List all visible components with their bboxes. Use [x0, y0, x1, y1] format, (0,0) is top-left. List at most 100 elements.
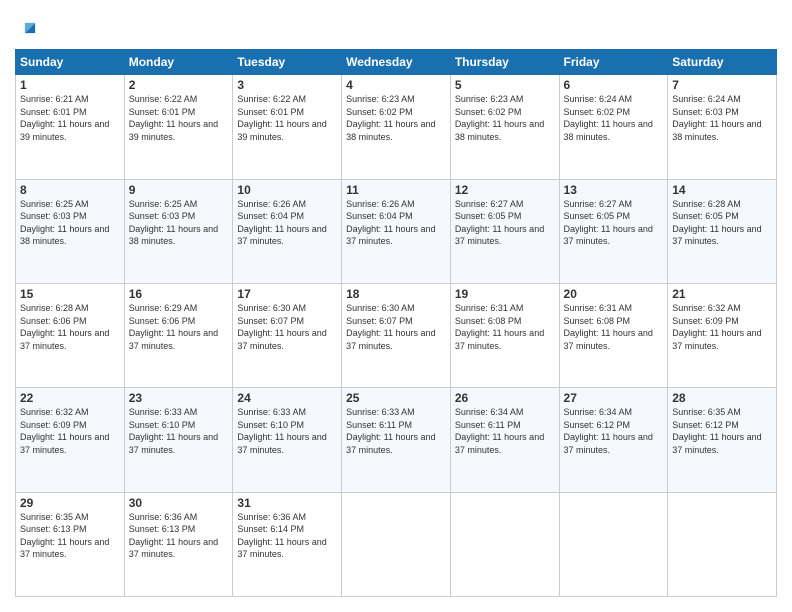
day-info: Sunrise: 6:34 AM Sunset: 6:12 PM Dayligh…	[564, 406, 664, 456]
day-number: 30	[129, 496, 229, 510]
calendar-week-2: 8 Sunrise: 6:25 AM Sunset: 6:03 PM Dayli…	[16, 179, 777, 283]
day-number: 23	[129, 391, 229, 405]
day-number: 18	[346, 287, 446, 301]
day-info: Sunrise: 6:34 AM Sunset: 6:11 PM Dayligh…	[455, 406, 555, 456]
day-number: 2	[129, 78, 229, 92]
day-number: 22	[20, 391, 120, 405]
day-info: Sunrise: 6:33 AM Sunset: 6:10 PM Dayligh…	[237, 406, 337, 456]
day-number: 12	[455, 183, 555, 197]
day-info: Sunrise: 6:26 AM Sunset: 6:04 PM Dayligh…	[346, 198, 446, 248]
day-info: Sunrise: 6:22 AM Sunset: 6:01 PM Dayligh…	[237, 93, 337, 143]
day-info: Sunrise: 6:23 AM Sunset: 6:02 PM Dayligh…	[455, 93, 555, 143]
calendar-cell: 22 Sunrise: 6:32 AM Sunset: 6:09 PM Dayl…	[16, 388, 125, 492]
calendar-cell: 9 Sunrise: 6:25 AM Sunset: 6:03 PM Dayli…	[124, 179, 233, 283]
calendar-cell: 1 Sunrise: 6:21 AM Sunset: 6:01 PM Dayli…	[16, 75, 125, 179]
calendar-cell: 5 Sunrise: 6:23 AM Sunset: 6:02 PM Dayli…	[450, 75, 559, 179]
day-info: Sunrise: 6:33 AM Sunset: 6:10 PM Dayligh…	[129, 406, 229, 456]
calendar-week-3: 15 Sunrise: 6:28 AM Sunset: 6:06 PM Dayl…	[16, 283, 777, 387]
day-info: Sunrise: 6:36 AM Sunset: 6:13 PM Dayligh…	[129, 511, 229, 561]
day-info: Sunrise: 6:30 AM Sunset: 6:07 PM Dayligh…	[346, 302, 446, 352]
calendar-header-row: SundayMondayTuesdayWednesdayThursdayFrid…	[16, 50, 777, 75]
day-info: Sunrise: 6:31 AM Sunset: 6:08 PM Dayligh…	[564, 302, 664, 352]
day-number: 28	[672, 391, 772, 405]
day-info: Sunrise: 6:28 AM Sunset: 6:05 PM Dayligh…	[672, 198, 772, 248]
calendar-cell: 30 Sunrise: 6:36 AM Sunset: 6:13 PM Dayl…	[124, 492, 233, 596]
day-info: Sunrise: 6:36 AM Sunset: 6:14 PM Dayligh…	[237, 511, 337, 561]
calendar-week-5: 29 Sunrise: 6:35 AM Sunset: 6:13 PM Dayl…	[16, 492, 777, 596]
day-info: Sunrise: 6:35 AM Sunset: 6:13 PM Dayligh…	[20, 511, 120, 561]
calendar-cell: 21 Sunrise: 6:32 AM Sunset: 6:09 PM Dayl…	[668, 283, 777, 387]
calendar-cell: 8 Sunrise: 6:25 AM Sunset: 6:03 PM Dayli…	[16, 179, 125, 283]
calendar-cell	[668, 492, 777, 596]
calendar-cell: 11 Sunrise: 6:26 AM Sunset: 6:04 PM Dayl…	[342, 179, 451, 283]
calendar-cell: 3 Sunrise: 6:22 AM Sunset: 6:01 PM Dayli…	[233, 75, 342, 179]
weekday-header-tuesday: Tuesday	[233, 50, 342, 75]
calendar-cell: 15 Sunrise: 6:28 AM Sunset: 6:06 PM Dayl…	[16, 283, 125, 387]
calendar-cell: 24 Sunrise: 6:33 AM Sunset: 6:10 PM Dayl…	[233, 388, 342, 492]
header	[15, 15, 777, 39]
calendar-week-1: 1 Sunrise: 6:21 AM Sunset: 6:01 PM Dayli…	[16, 75, 777, 179]
calendar-cell	[559, 492, 668, 596]
day-number: 19	[455, 287, 555, 301]
day-number: 9	[129, 183, 229, 197]
calendar-cell: 25 Sunrise: 6:33 AM Sunset: 6:11 PM Dayl…	[342, 388, 451, 492]
day-info: Sunrise: 6:35 AM Sunset: 6:12 PM Dayligh…	[672, 406, 772, 456]
day-info: Sunrise: 6:22 AM Sunset: 6:01 PM Dayligh…	[129, 93, 229, 143]
calendar-cell	[342, 492, 451, 596]
calendar-week-4: 22 Sunrise: 6:32 AM Sunset: 6:09 PM Dayl…	[16, 388, 777, 492]
calendar-cell: 2 Sunrise: 6:22 AM Sunset: 6:01 PM Dayli…	[124, 75, 233, 179]
calendar-cell: 16 Sunrise: 6:29 AM Sunset: 6:06 PM Dayl…	[124, 283, 233, 387]
calendar-cell: 18 Sunrise: 6:30 AM Sunset: 6:07 PM Dayl…	[342, 283, 451, 387]
weekday-header-saturday: Saturday	[668, 50, 777, 75]
day-number: 11	[346, 183, 446, 197]
day-number: 27	[564, 391, 664, 405]
calendar-cell: 14 Sunrise: 6:28 AM Sunset: 6:05 PM Dayl…	[668, 179, 777, 283]
day-number: 5	[455, 78, 555, 92]
day-info: Sunrise: 6:32 AM Sunset: 6:09 PM Dayligh…	[20, 406, 120, 456]
day-info: Sunrise: 6:21 AM Sunset: 6:01 PM Dayligh…	[20, 93, 120, 143]
calendar-cell: 6 Sunrise: 6:24 AM Sunset: 6:02 PM Dayli…	[559, 75, 668, 179]
day-info: Sunrise: 6:28 AM Sunset: 6:06 PM Dayligh…	[20, 302, 120, 352]
day-info: Sunrise: 6:25 AM Sunset: 6:03 PM Dayligh…	[20, 198, 120, 248]
calendar-cell: 17 Sunrise: 6:30 AM Sunset: 6:07 PM Dayl…	[233, 283, 342, 387]
logo-icon	[19, 17, 41, 39]
day-info: Sunrise: 6:26 AM Sunset: 6:04 PM Dayligh…	[237, 198, 337, 248]
calendar-cell: 28 Sunrise: 6:35 AM Sunset: 6:12 PM Dayl…	[668, 388, 777, 492]
calendar-cell: 31 Sunrise: 6:36 AM Sunset: 6:14 PM Dayl…	[233, 492, 342, 596]
calendar-cell: 29 Sunrise: 6:35 AM Sunset: 6:13 PM Dayl…	[16, 492, 125, 596]
calendar-body: 1 Sunrise: 6:21 AM Sunset: 6:01 PM Dayli…	[16, 75, 777, 597]
day-number: 15	[20, 287, 120, 301]
logo-text	[15, 15, 41, 39]
calendar-cell: 7 Sunrise: 6:24 AM Sunset: 6:03 PM Dayli…	[668, 75, 777, 179]
day-info: Sunrise: 6:25 AM Sunset: 6:03 PM Dayligh…	[129, 198, 229, 248]
day-number: 21	[672, 287, 772, 301]
calendar-cell: 12 Sunrise: 6:27 AM Sunset: 6:05 PM Dayl…	[450, 179, 559, 283]
calendar-cell: 19 Sunrise: 6:31 AM Sunset: 6:08 PM Dayl…	[450, 283, 559, 387]
day-info: Sunrise: 6:32 AM Sunset: 6:09 PM Dayligh…	[672, 302, 772, 352]
weekday-header-friday: Friday	[559, 50, 668, 75]
day-number: 10	[237, 183, 337, 197]
day-info: Sunrise: 6:30 AM Sunset: 6:07 PM Dayligh…	[237, 302, 337, 352]
calendar-cell: 10 Sunrise: 6:26 AM Sunset: 6:04 PM Dayl…	[233, 179, 342, 283]
day-info: Sunrise: 6:24 AM Sunset: 6:02 PM Dayligh…	[564, 93, 664, 143]
calendar-cell: 20 Sunrise: 6:31 AM Sunset: 6:08 PM Dayl…	[559, 283, 668, 387]
day-info: Sunrise: 6:27 AM Sunset: 6:05 PM Dayligh…	[455, 198, 555, 248]
day-number: 14	[672, 183, 772, 197]
calendar-cell: 4 Sunrise: 6:23 AM Sunset: 6:02 PM Dayli…	[342, 75, 451, 179]
day-number: 7	[672, 78, 772, 92]
calendar-cell: 27 Sunrise: 6:34 AM Sunset: 6:12 PM Dayl…	[559, 388, 668, 492]
page: SundayMondayTuesdayWednesdayThursdayFrid…	[0, 0, 792, 612]
day-number: 24	[237, 391, 337, 405]
day-number: 8	[20, 183, 120, 197]
day-number: 6	[564, 78, 664, 92]
weekday-header-thursday: Thursday	[450, 50, 559, 75]
day-number: 13	[564, 183, 664, 197]
logo	[15, 15, 41, 39]
day-number: 31	[237, 496, 337, 510]
calendar-cell	[450, 492, 559, 596]
day-number: 17	[237, 287, 337, 301]
day-number: 16	[129, 287, 229, 301]
calendar-table: SundayMondayTuesdayWednesdayThursdayFrid…	[15, 49, 777, 597]
day-info: Sunrise: 6:29 AM Sunset: 6:06 PM Dayligh…	[129, 302, 229, 352]
day-number: 26	[455, 391, 555, 405]
